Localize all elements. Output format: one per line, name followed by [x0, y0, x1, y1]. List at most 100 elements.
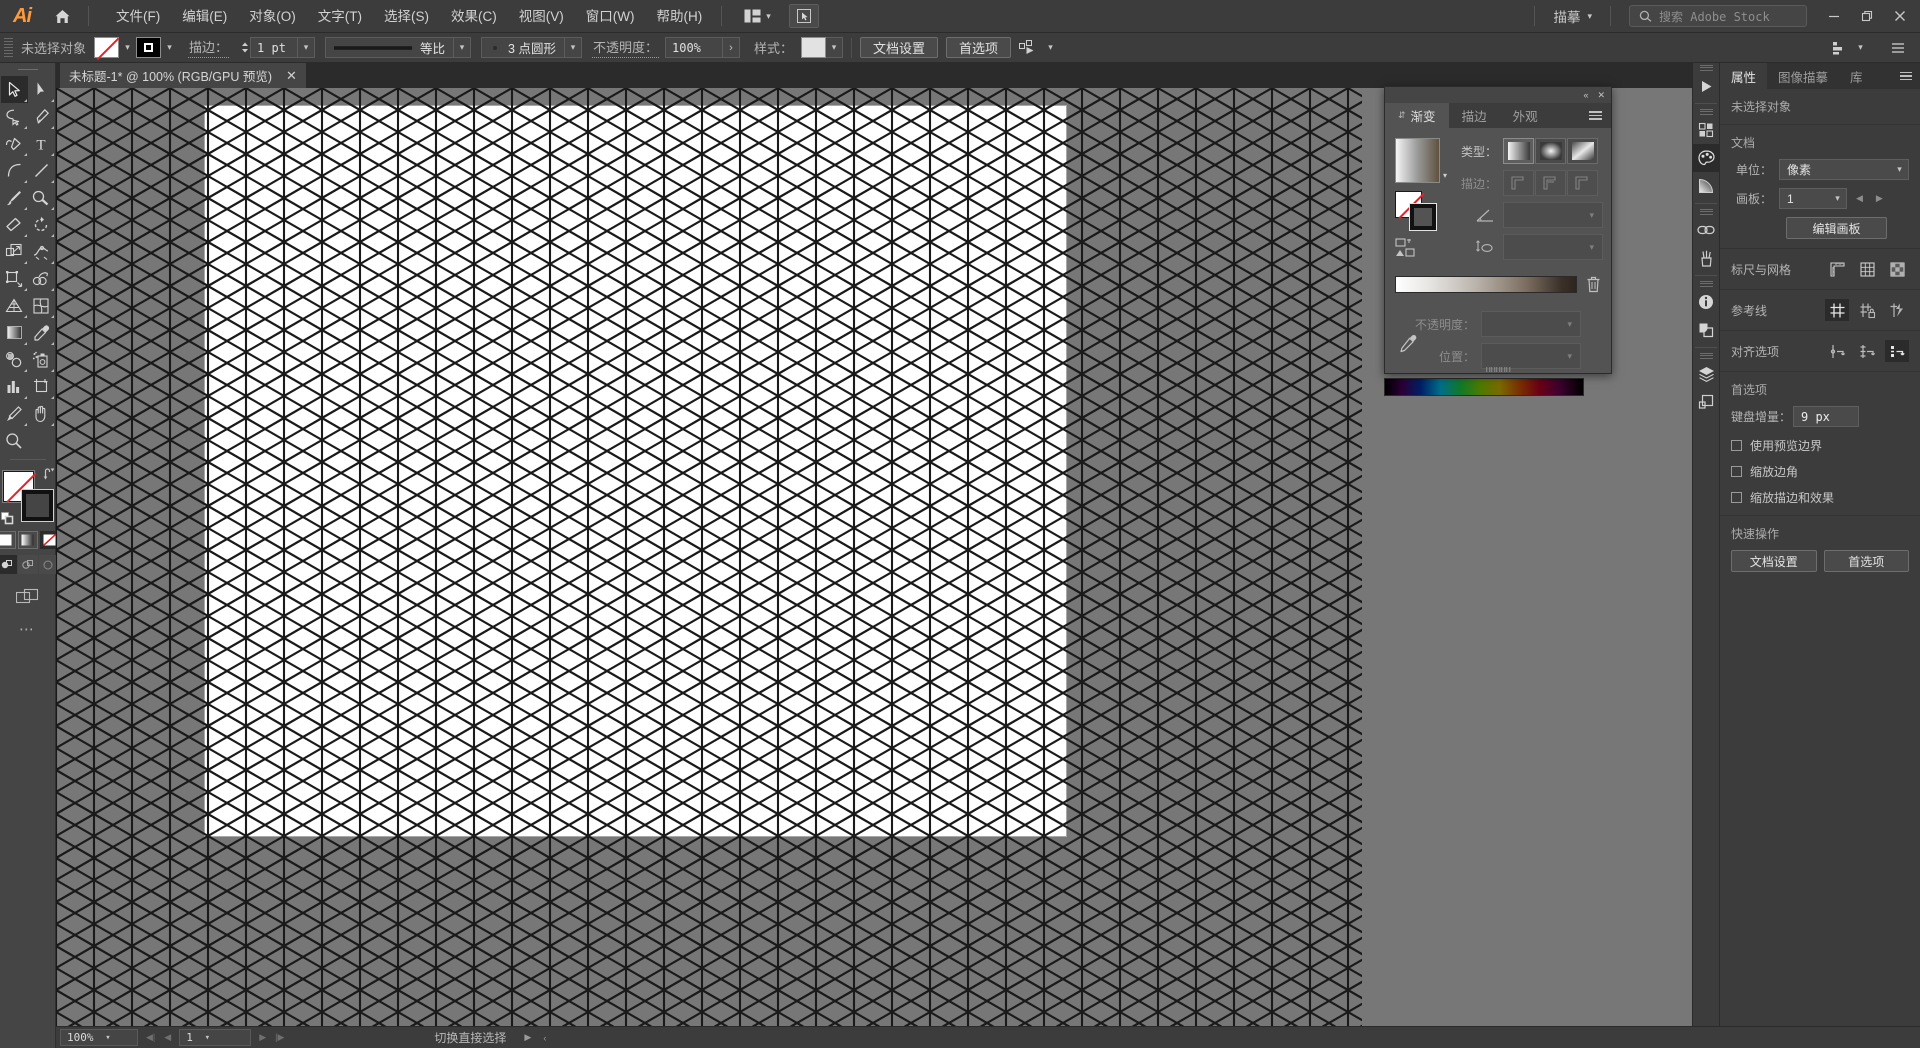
- paintbrush-tool[interactable]: [1, 184, 28, 211]
- next-artboard-icon[interactable]: ▶: [259, 1032, 266, 1043]
- dock-rail-grip-3[interactable]: [1693, 207, 1719, 216]
- workspace-switcher[interactable]: 描摹 ▾: [1543, 6, 1602, 26]
- tab-properties[interactable]: 属性: [1720, 63, 1768, 89]
- rail-pathfinder-icon[interactable]: [1692, 316, 1720, 344]
- artboard-nav-next-last[interactable]: ▶ |▶: [251, 1032, 292, 1043]
- rail-swatches-icon[interactable]: [1692, 116, 1720, 144]
- default-fill-stroke-icon[interactable]: [0, 512, 14, 525]
- prev-artboard-icon[interactable]: ◀: [1856, 193, 1863, 204]
- rotate-tool[interactable]: [28, 211, 55, 238]
- toolbar-grip[interactable]: [0, 63, 55, 76]
- align-to-point-icon[interactable]: [1825, 340, 1849, 362]
- stroke-weight-dropdown-arrow[interactable]: ▾: [298, 37, 316, 58]
- rail-layers-icon[interactable]: [1692, 360, 1720, 388]
- gradient-type-freeform[interactable]: [1567, 138, 1599, 164]
- selection-tool[interactable]: [0, 76, 28, 103]
- stroke-weight-field[interactable]: 1 pt: [250, 37, 299, 58]
- line-segment-tool[interactable]: [28, 157, 55, 184]
- gradient-aspect-field[interactable]: ▾: [1503, 234, 1604, 260]
- swap-fill-stroke-icon[interactable]: [43, 467, 56, 480]
- collapse-panel-icon[interactable]: «: [1583, 90, 1588, 100]
- menu-help[interactable]: 帮助(H): [645, 0, 713, 33]
- panel-tab-gradient[interactable]: ⇵ 渐变: [1385, 103, 1449, 128]
- pen-tool[interactable]: [28, 103, 55, 130]
- show-grid-icon[interactable]: [1855, 258, 1879, 280]
- menu-file[interactable]: 文件(F): [105, 0, 171, 33]
- lasso-tool[interactable]: [1, 103, 28, 130]
- gradient-eyedropper-icon[interactable]: [1399, 334, 1418, 353]
- lock-guides-icon[interactable]: [1855, 299, 1879, 321]
- last-artboard-icon[interactable]: |▶: [275, 1032, 284, 1043]
- toolbar-edit-more-icon[interactable]: ⋯: [19, 620, 36, 638]
- status-menu-icon[interactable]: ▶: [518, 1032, 537, 1043]
- artboard-dropdown-arrow[interactable]: ▾: [199, 1027, 216, 1048]
- control-bar-menu-button[interactable]: [1881, 31, 1914, 64]
- stroke-weight-stepper[interactable]: [239, 42, 250, 53]
- hand-tool[interactable]: [28, 400, 55, 427]
- dock-rail-grip-4[interactable]: [1693, 279, 1719, 288]
- rail-links-icon[interactable]: [1692, 216, 1720, 244]
- show-guides-icon[interactable]: [1825, 299, 1849, 321]
- stock-search-input[interactable]: 搜索 Adobe Stock: [1629, 5, 1807, 27]
- menu-type[interactable]: 文字(T): [307, 0, 373, 33]
- fill-dropdown-arrow[interactable]: ▾: [119, 37, 136, 58]
- prev-artboard-icon[interactable]: ◀: [164, 1032, 171, 1043]
- properties-panel-menu-icon[interactable]: [1900, 63, 1920, 89]
- edit-artboards-button[interactable]: 编辑画板: [1786, 217, 1887, 239]
- artboard-chevron-down-icon[interactable]: ▾: [1829, 188, 1846, 209]
- capture-button[interactable]: [788, 4, 819, 28]
- type-tool[interactable]: T: [28, 130, 55, 157]
- document-setup-button[interactable]: 文档设置: [860, 37, 939, 58]
- delete-stop-icon[interactable]: [1586, 276, 1601, 293]
- zoom-dropdown-arrow[interactable]: ▾: [100, 1027, 117, 1048]
- document-tab[interactable]: 未标题-1* @ 100% (RGB/GPU 预览) ✕: [60, 63, 307, 88]
- menu-object[interactable]: 对象(O): [238, 0, 307, 33]
- column-graph-tool[interactable]: [1, 373, 28, 400]
- gradient-panel-menu-icon[interactable]: [1580, 103, 1611, 128]
- eyedropper-tool[interactable]: [28, 319, 55, 346]
- menu-effect[interactable]: 效果(C): [440, 0, 508, 33]
- rail-gradient-icon[interactable]: [1692, 172, 1720, 200]
- eraser-tool[interactable]: [1, 211, 28, 238]
- draw-normal-mode[interactable]: [0, 555, 17, 574]
- select-similar-button[interactable]: ▾: [1019, 37, 1059, 58]
- gradient-stroke-across[interactable]: [1567, 170, 1599, 196]
- gradient-stroke-swatch[interactable]: [1410, 204, 1436, 230]
- artboard[interactable]: [204, 105, 1067, 837]
- minimize-button[interactable]: [1817, 0, 1850, 33]
- mesh-tool[interactable]: [28, 292, 55, 319]
- brush-definition-combo[interactable]: 3 点圆形 ▾: [481, 37, 582, 58]
- next-artboard-icon[interactable]: ▶: [1876, 193, 1883, 204]
- artboard-nav-first-prev[interactable]: ◀| ◀: [138, 1032, 179, 1043]
- width-tool[interactable]: [28, 238, 55, 265]
- graphic-style-swatch[interactable]: [801, 37, 827, 58]
- gradient-panel-titlebar[interactable]: « ✕: [1385, 87, 1611, 103]
- opacity-flyout-arrow[interactable]: ›: [723, 37, 740, 58]
- screen-mode-button[interactable]: [15, 588, 40, 606]
- fill-swatch[interactable]: [94, 37, 120, 58]
- curvature-tool[interactable]: [1, 130, 28, 157]
- direct-selection-tool[interactable]: [28, 76, 55, 103]
- shape-builder-tool[interactable]: [28, 265, 55, 292]
- brush-definition-arrow[interactable]: ▾: [563, 37, 581, 58]
- symbol-sprayer-tool[interactable]: [28, 346, 55, 373]
- show-transparency-grid-icon[interactable]: [1885, 258, 1909, 280]
- opacity-field[interactable]: 100%: [665, 37, 723, 58]
- dock-rail-grip[interactable]: [1693, 63, 1719, 72]
- gradient-angle-field[interactable]: ▾: [1503, 202, 1604, 228]
- status-resize-icon[interactable]: ‹: [537, 1033, 552, 1043]
- gradient-tool[interactable]: [1, 319, 28, 346]
- slice-tool[interactable]: [1, 400, 28, 427]
- align-to-grid-icon[interactable]: [1855, 340, 1879, 362]
- color-mode-flat[interactable]: [0, 531, 16, 549]
- gradient-opacity-field[interactable]: ▾: [1481, 311, 1581, 337]
- rail-brushes-icon[interactable]: [1692, 244, 1720, 272]
- quick-doc-setup-button[interactable]: 文档设置: [1731, 550, 1817, 572]
- rail-properties-icon[interactable]: [1692, 72, 1720, 100]
- show-rulers-icon[interactable]: [1825, 258, 1849, 280]
- quick-preferences-button[interactable]: 首选项: [1823, 550, 1909, 572]
- use-preview-bounds-checkbox[interactable]: 使用预览边界: [1731, 437, 1909, 454]
- tab-image-trace[interactable]: 图像描摹: [1767, 63, 1839, 89]
- stroke-swatch[interactable]: [136, 37, 162, 58]
- panel-tab-stroke[interactable]: 描边: [1449, 103, 1500, 128]
